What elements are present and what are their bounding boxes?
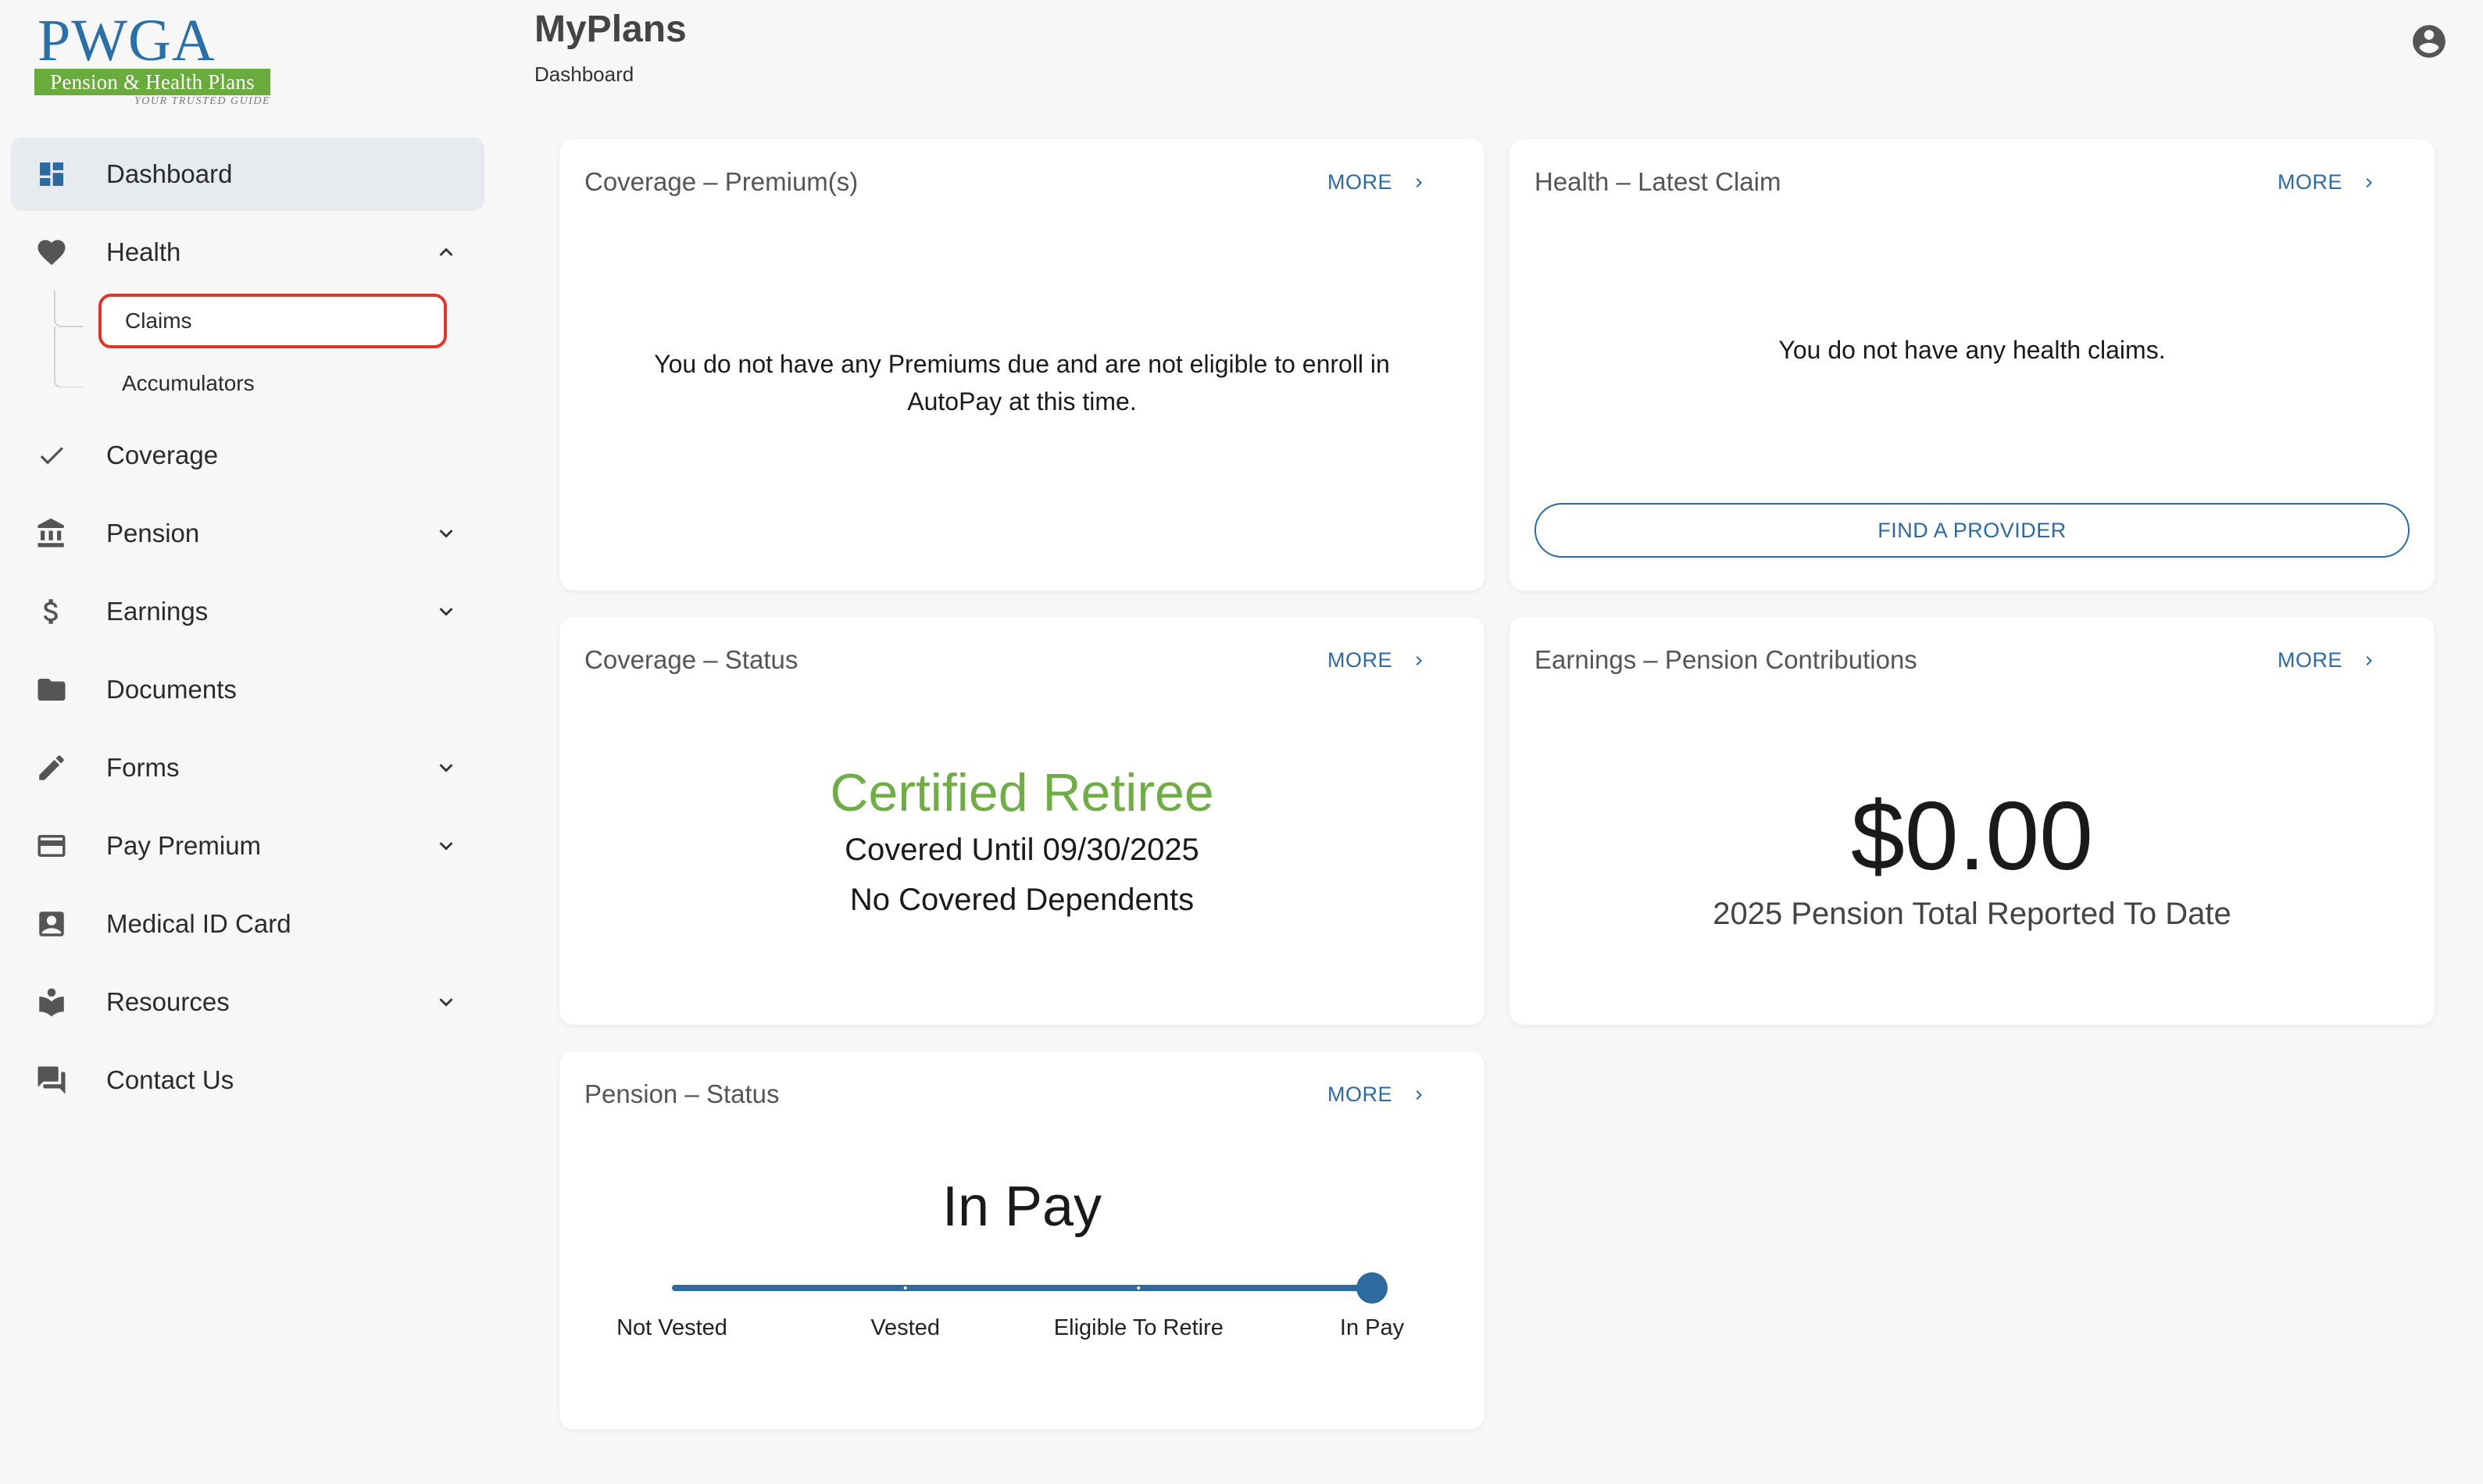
- pension-contribution-amount: $0.00: [1850, 783, 2094, 890]
- chevron-down-icon: [433, 833, 459, 859]
- sidebar-subitem-claims[interactable]: Claims: [98, 294, 447, 348]
- pwga-logo[interactable]: PWGA Pension & Health Plans YOUR TRUSTED…: [34, 8, 277, 107]
- sidebar-item-label: Dashboard: [106, 159, 233, 188]
- chevron-right-icon: [1416, 655, 1422, 665]
- sidebar-item-pay-premium[interactable]: Pay Premium: [11, 809, 484, 883]
- check-icon: [34, 438, 69, 473]
- sidebar-item-label: Forms: [106, 753, 180, 782]
- card-title: Earnings – Pension Contributions: [1534, 645, 1917, 674]
- card-title: Coverage – Status: [584, 645, 798, 674]
- card-title: Health – Latest Claim: [1534, 167, 1781, 196]
- id-card-icon: [34, 907, 69, 941]
- chevron-right-icon: [2366, 655, 2372, 665]
- sidebar-item-contact-us[interactable]: Contact Us: [11, 1043, 484, 1117]
- claims-message: You do not have any health claims.: [1778, 336, 2166, 364]
- sidebar-item-forms[interactable]: Forms: [11, 731, 484, 804]
- more-link-label: MORE: [1327, 648, 1392, 672]
- breadcrumb: Dashboard: [534, 62, 634, 86]
- sidebar-item-label: Contact Us: [106, 1065, 234, 1094]
- chevron-down-icon: [433, 598, 459, 625]
- chevron-up-icon: [433, 239, 459, 266]
- chat-icon: [34, 1063, 69, 1097]
- account-circle-icon[interactable]: [2410, 22, 2449, 61]
- pension-contribution-caption: 2025 Pension Total Reported To Date: [1713, 897, 2231, 931]
- pension-status-track: Not Vested Vested Eligible To Retire In …: [559, 1051, 1484, 1429]
- chevron-down-icon: [433, 754, 459, 781]
- pension-track-svg: [672, 1272, 1388, 1304]
- sidebar-item-label: Documents: [106, 675, 237, 704]
- more-link-label: MORE: [2278, 170, 2342, 194]
- find-a-provider-button[interactable]: FIND A PROVIDER: [1534, 503, 2410, 558]
- more-link[interactable]: MORE: [2278, 170, 2378, 194]
- covered-dependents: No Covered Dependents: [849, 883, 1195, 917]
- sidebar-item-label: Pay Premium: [106, 831, 262, 860]
- card-health-latest-claim: Health – Latest Claim MORE You do not ha…: [1509, 139, 2435, 590]
- sidebar-item-label: Resources: [106, 987, 230, 1016]
- card-title: Coverage – Premium(s): [584, 167, 859, 196]
- pension-track-rail: [672, 1285, 1372, 1291]
- premiums-message-line1: You do not have any Premiums due and are…: [654, 350, 1390, 378]
- sidebar-subitem-label: Claims: [125, 309, 192, 333]
- pension-track-tick: [1137, 1286, 1141, 1290]
- bank-icon: [34, 516, 69, 551]
- sidebar-item-coverage[interactable]: Coverage: [11, 419, 484, 492]
- sidebar-item-resources[interactable]: Resources: [11, 965, 484, 1039]
- more-link[interactable]: MORE: [2278, 648, 2378, 672]
- pension-step-label: Not Vested: [616, 1315, 727, 1340]
- sidebar-item-pension[interactable]: Pension: [11, 497, 484, 570]
- sidebar-item-documents[interactable]: Documents: [11, 653, 484, 726]
- credit-card-icon: [34, 829, 69, 863]
- chevron-down-icon: [433, 989, 459, 1015]
- card-pension-status: Pension – Status MORE In Pay Not Vested …: [559, 1051, 1484, 1429]
- folder-icon: [34, 672, 69, 707]
- logo-band: Pension & Health Plans: [34, 69, 270, 95]
- dashboard-icon: [34, 157, 69, 191]
- book-reader-icon: [34, 985, 69, 1019]
- logo-tagline: YOUR TRUSTED GUIDE: [134, 95, 270, 107]
- premiums-message: You do not have any Premiums due and are…: [559, 345, 1484, 420]
- sidebar-item-label: Medical ID Card: [106, 909, 291, 938]
- more-link-label: MORE: [1327, 170, 1392, 194]
- subtree-connector: [54, 291, 83, 387]
- card-coverage-premiums: Coverage – Premium(s) MORE You do not ha…: [559, 139, 1484, 590]
- pension-step-label: Eligible To Retire: [1053, 1315, 1224, 1340]
- pension-step-label: Vested: [870, 1315, 940, 1340]
- sidebar-item-label: Pension: [106, 519, 200, 548]
- pencil-icon: [34, 751, 69, 785]
- sidebar-subitem-accumulators[interactable]: Accumulators: [98, 356, 447, 411]
- chevron-right-icon: [1416, 177, 1422, 187]
- dollar-icon: [34, 594, 69, 629]
- sidebar-item-medical-id-card[interactable]: Medical ID Card: [11, 887, 484, 961]
- chevron-right-icon: [2366, 177, 2372, 187]
- covered-until: Covered Until 09/30/2025: [845, 833, 1199, 867]
- card-coverage-status: Coverage – Status MORE Certified Retiree…: [559, 617, 1484, 1025]
- pension-track-thumb[interactable]: [1356, 1272, 1388, 1304]
- sidebar: PWGA Pension & Health Plans YOUR TRUSTED…: [0, 0, 500, 1484]
- app-title: MyPlans: [534, 9, 687, 50]
- chevron-down-icon: [433, 520, 459, 547]
- sidebar-item-label: Health: [106, 237, 181, 266]
- sidebar-item-health[interactable]: Health: [11, 216, 484, 289]
- coverage-status-value: Certified Retiree: [830, 763, 1214, 822]
- more-link-label: MORE: [2278, 648, 2342, 672]
- sidebar-item-label: Earnings: [106, 597, 209, 626]
- sidebar-item-earnings[interactable]: Earnings: [11, 575, 484, 648]
- pension-step-label: In Pay: [1339, 1315, 1405, 1340]
- card-earnings-pension-contributions: Earnings – Pension Contributions MORE $0…: [1509, 617, 2435, 1025]
- sidebar-item-dashboard[interactable]: Dashboard: [11, 137, 484, 211]
- sidebar-subitem-label: Accumulators: [122, 371, 255, 395]
- pension-track-tick: [903, 1286, 907, 1290]
- more-link[interactable]: MORE: [1327, 648, 1428, 672]
- sidebar-item-label: Coverage: [106, 441, 219, 469]
- heart-icon: [34, 235, 69, 269]
- premiums-message-line2: AutoPay at this time.: [907, 387, 1137, 416]
- more-link[interactable]: MORE: [1327, 170, 1428, 194]
- logo-wordmark: PWGA: [38, 8, 216, 73]
